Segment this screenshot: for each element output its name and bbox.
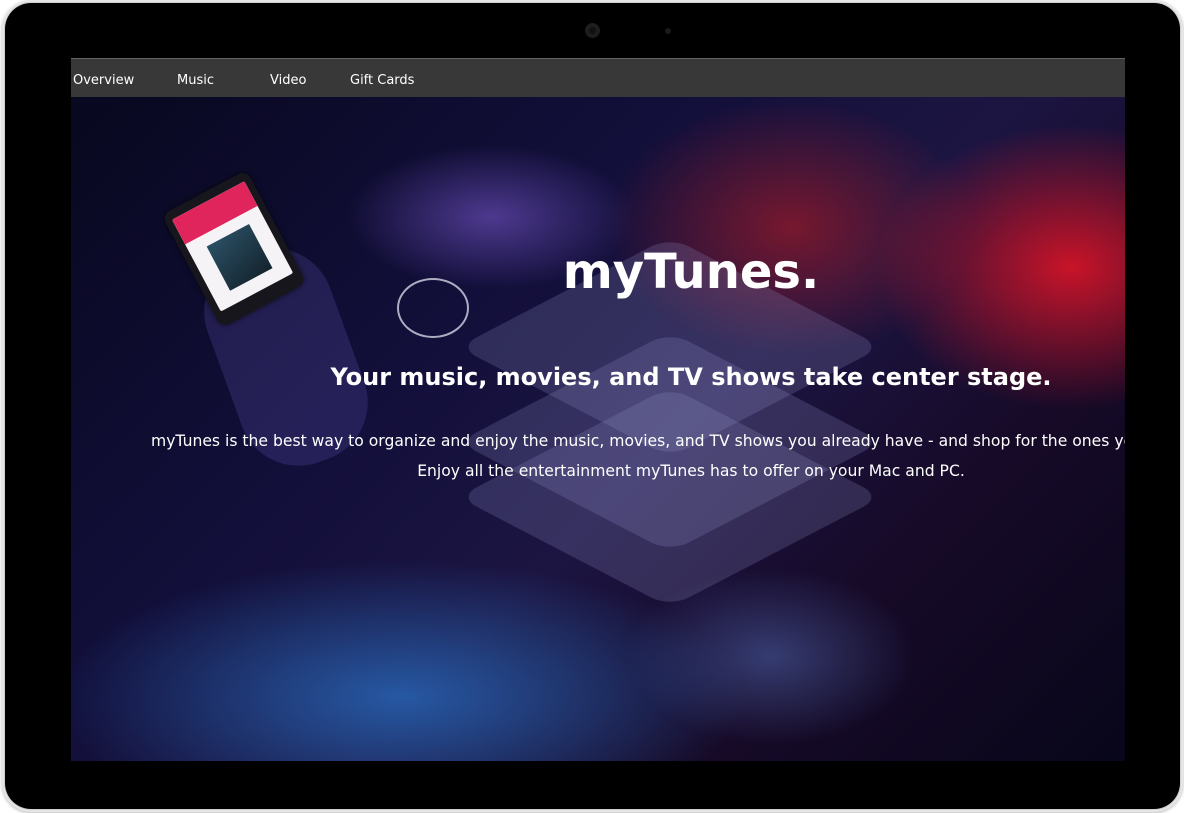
phone-album-art [206,224,273,291]
hero-description-line-2: Enjoy all the entertainment myTunes has … [417,462,965,480]
phone-screen [171,181,294,312]
tablet-frame: Overview Music Video Gift Cards myTunes.… [5,3,1180,809]
hero-title: myTunes. [562,244,820,300]
browser-viewport: Overview Music Video Gift Cards myTunes.… [71,58,1125,761]
hero-description-line-1: myTunes is the best way to organize and … [151,432,1125,450]
hero-background-ring [397,278,469,338]
nav-item-music[interactable]: Music [177,73,214,88]
nav-item-overview[interactable]: Overview [73,73,134,88]
nav-item-gift-cards[interactable]: Gift Cards [350,73,414,88]
hero-banner: myTunes. Your music, movies, and TV show… [71,97,1125,761]
camera-sensor [665,28,671,34]
hero-subtitle: Your music, movies, and TV shows take ce… [330,363,1052,391]
camera-lens [585,23,600,38]
top-nav-bar: Overview Music Video Gift Cards [71,58,1125,97]
nav-item-video[interactable]: Video [270,73,306,88]
